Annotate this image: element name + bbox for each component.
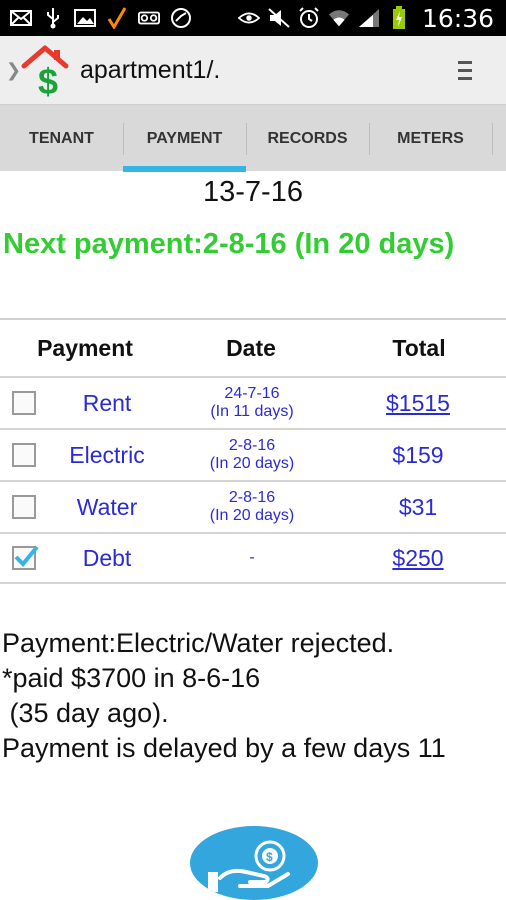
status-bar: 16:36 [0,0,506,36]
tab-meters[interactable]: METERS [369,105,492,172]
tab-overflow[interactable] [492,105,506,172]
payment-due: (In 11 days) [210,403,294,420]
battery-charging-icon [388,6,410,29]
mute-icon [268,8,290,28]
alarm-icon [298,7,320,28]
rent-checkbox[interactable] [12,391,36,415]
table-row: Electric 2-8-16 (In 20 days) $159 [0,428,506,480]
table-row: Debt - $250 [0,532,506,584]
tab-bar: TENANT PAYMENT RECORDS METERS [0,104,506,172]
payment-name: Electric [69,441,145,468]
current-date: 13-7-16 [203,176,303,208]
payment-total-link[interactable]: $1515 [338,390,498,417]
usb-icon [42,8,64,29]
app-title: apartment1/. [80,55,221,84]
tab-payment[interactable]: PAYMENT [123,105,246,172]
sync-icon [170,8,192,28]
payment-due: (In 20 days) [209,507,295,524]
note-line: Payment:Electric/Water rejected. [2,628,395,658]
overflow-menu-icon[interactable] [458,60,472,80]
mail-icon [10,8,32,28]
payment-date: 2-8-16 [228,437,276,454]
payment-notes: Payment:Electric/Water rejected. *paid $3… [2,626,446,766]
svg-text:$: $ [266,850,273,864]
table-header: Payment Date Total [0,318,506,376]
svg-text:$: $ [38,61,58,98]
tab-records[interactable]: RECORDS [246,105,369,172]
house-dollar-icon[interactable]: $ [18,42,72,102]
wifi-icon [328,8,350,28]
pay-button[interactable]: $ [190,826,318,900]
header-payment: Payment [37,334,133,361]
water-checkbox[interactable] [12,495,36,519]
tab-tenant[interactable]: TENANT [0,105,123,172]
table-row: Rent 24-7-16 (In 11 days) $1515 [0,376,506,428]
payment-total: $159 [392,441,444,468]
header-date: Date [226,334,276,361]
check-icon [106,7,128,29]
note-line: (35 day ago). [2,698,169,728]
signal-icon [358,8,380,28]
pay-money-hand-icon: $ [208,840,290,892]
payment-name: Debt [82,544,132,571]
header-total: Total [392,334,446,361]
payments-table: Payment Date Total Rent 24-7-16 (In 11 d… [0,318,506,584]
image-icon [74,8,96,28]
up-caret-icon[interactable]: ❯ [6,60,21,81]
payment-total-link[interactable]: $250 [338,545,498,572]
action-bar: ❯ $ apartment1/. [0,36,506,104]
debt-checkbox[interactable] [12,545,39,570]
payment-date: - [249,549,255,566]
table-row: Water 2-8-16 (In 20 days) $31 [0,480,506,532]
payment-total: $31 [398,493,438,520]
electric-checkbox[interactable] [12,443,36,467]
checkmark-icon [14,545,39,567]
payment-name: Water [76,493,138,520]
payment-name: Rent [82,389,132,416]
voicemail-icon [138,8,160,28]
status-time: 16:36 [421,3,494,33]
note-line: Payment is delayed by a few days 11 [2,733,446,763]
next-payment-label: Next payment:2-8-16 (In 20 days) [3,228,455,260]
note-line: *paid $3700 in 8-6-16 [2,663,261,693]
payment-date: 2-8-16 [228,489,276,506]
payment-date: 24-7-16 [224,385,280,402]
payment-due: (In 20 days) [209,455,295,472]
eye-icon [237,8,260,28]
